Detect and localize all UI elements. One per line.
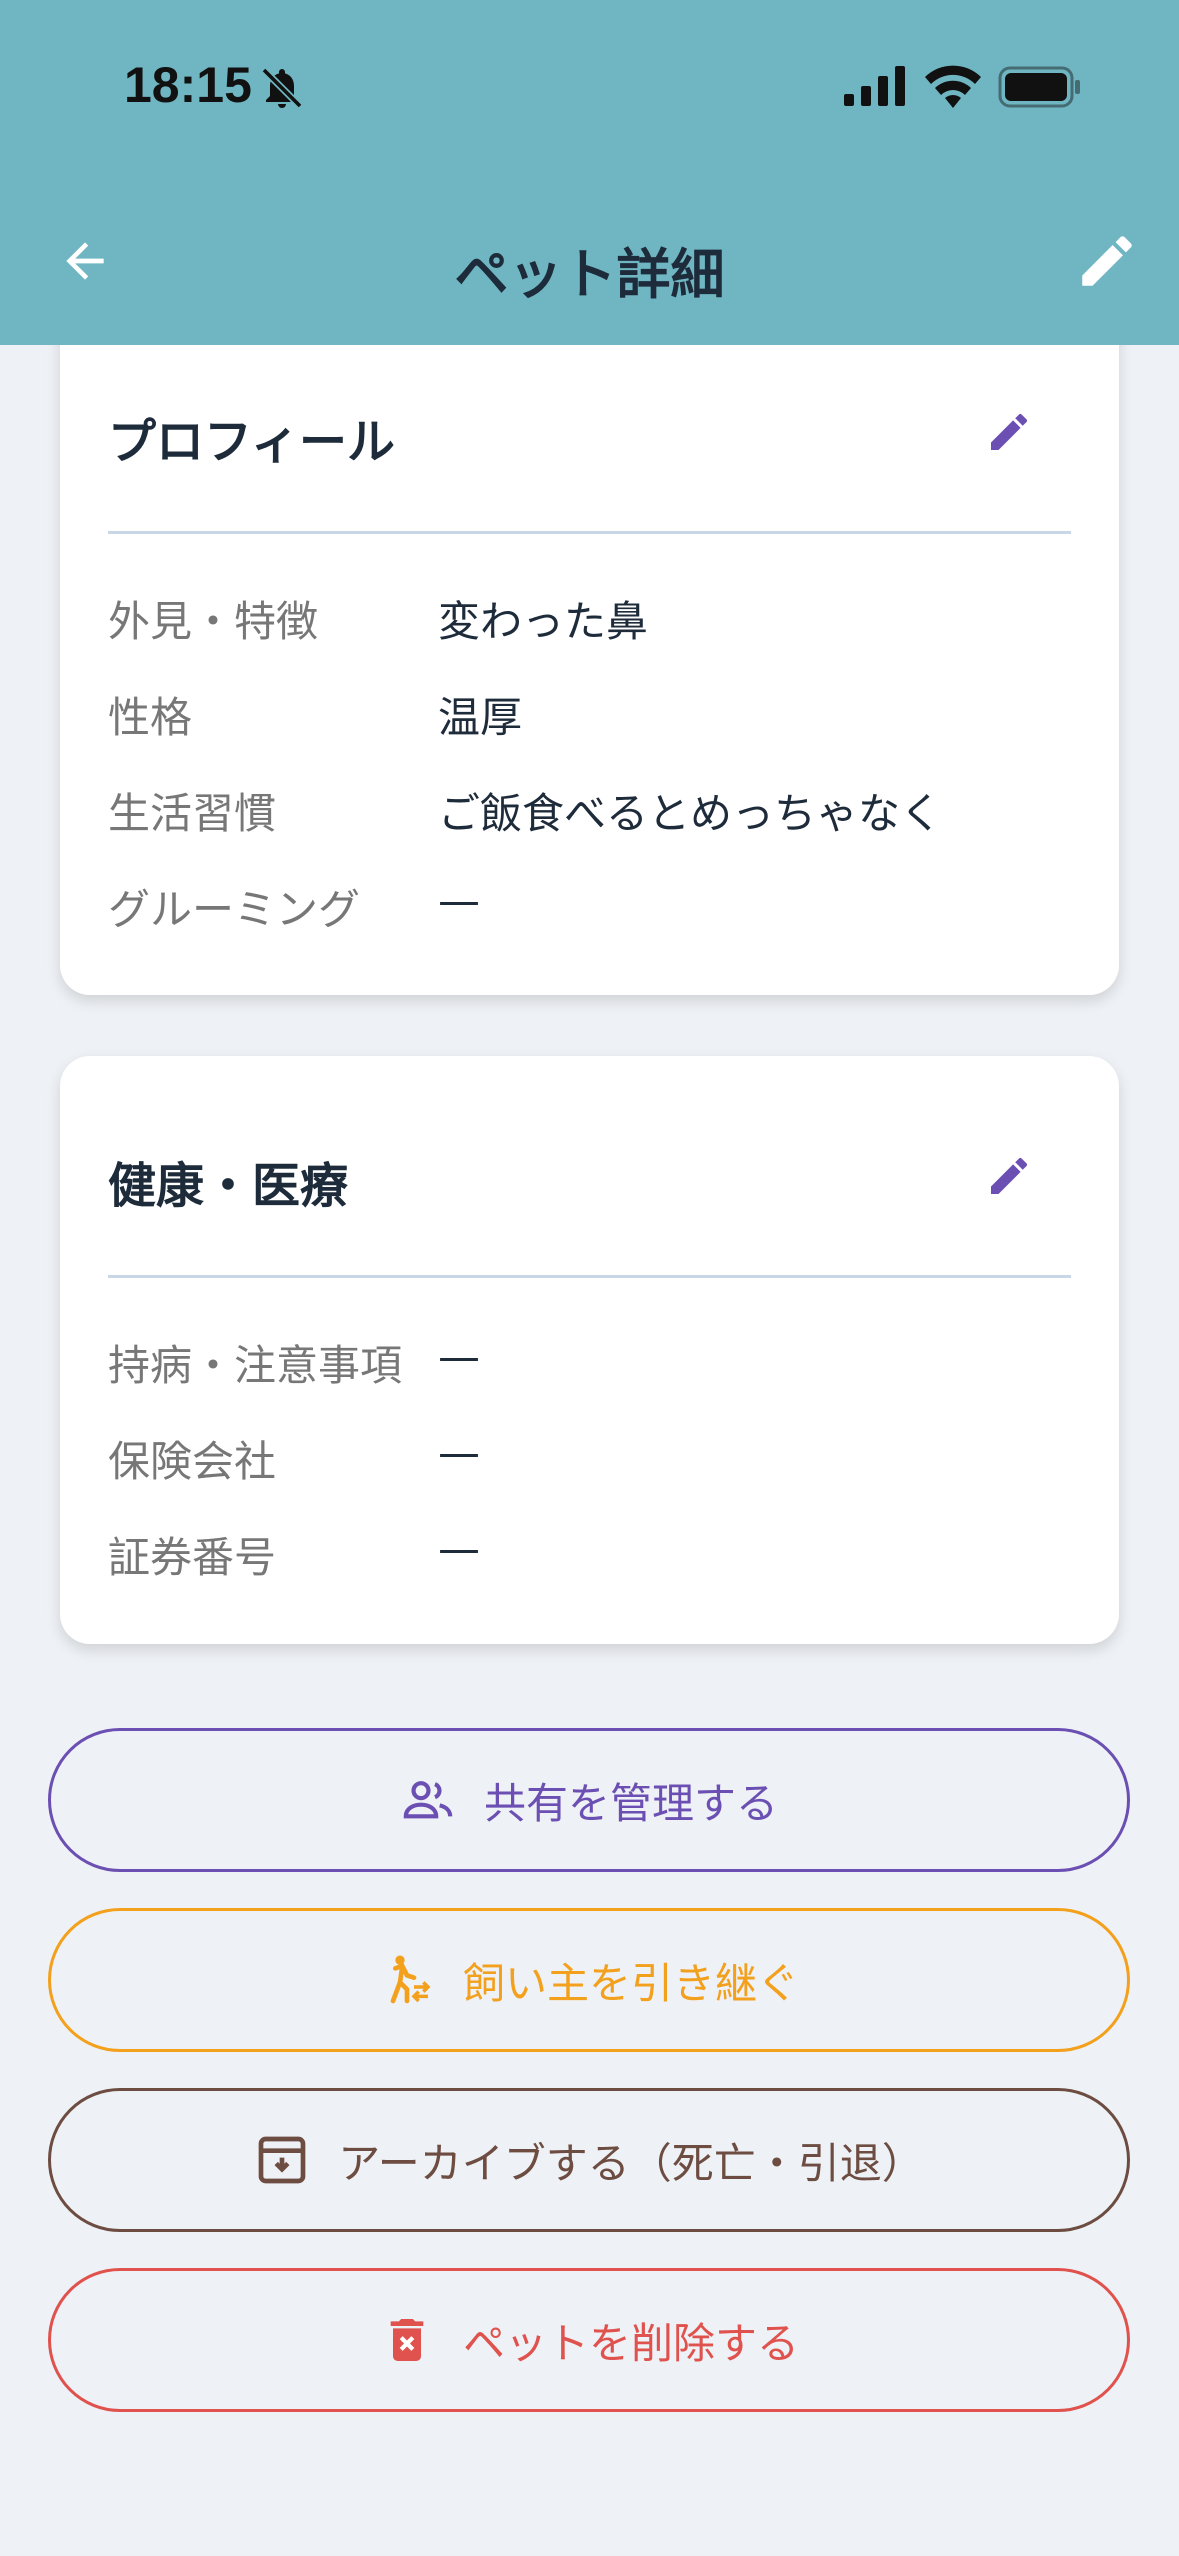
archive-label: アーカイブする（死亡・引退） (338, 2138, 924, 2188)
row-label: 生活習慣 (108, 789, 277, 838)
row-value: — (438, 1428, 480, 1477)
status-time: 18:15 (124, 57, 252, 113)
profile-row: グルーミング — (108, 876, 1071, 946)
profile-row: 生活習慣 ご飯食べるとめっちゃなく (108, 780, 1071, 850)
edit-pet-button[interactable] (1070, 224, 1144, 298)
row-value: — (438, 876, 480, 925)
person-walking-icon (379, 1952, 435, 2008)
profile-row: 性格 温厚 (108, 684, 1071, 754)
profile-card: プロフィール 外見・特徴 変わった鼻 性格 温厚 生活習慣 ご飯食べるとめっちゃ… (60, 300, 1119, 995)
profile-divider (108, 531, 1071, 534)
delete-pet-button[interactable]: ペットを削除する (48, 2268, 1130, 2412)
health-row: 証券番号 — (108, 1524, 1071, 1594)
cellular-signal-icon (844, 66, 905, 106)
app-header: 18:15 ペット詳細 (0, 0, 1179, 345)
row-value: 変わった鼻 (438, 597, 649, 646)
profile-card-title: プロフィール (108, 414, 396, 470)
battery-icon (998, 66, 1080, 108)
edit-profile-button[interactable] (979, 402, 1039, 462)
archive-button[interactable]: アーカイブする（死亡・引退） (48, 2088, 1130, 2232)
row-label: グルーミング (108, 885, 361, 934)
pencil-icon (1082, 236, 1132, 286)
pencil-icon (991, 413, 1027, 450)
health-row: 保険会社 — (108, 1428, 1071, 1498)
row-value: — (438, 1332, 480, 1381)
people-icon (400, 1772, 456, 1828)
transfer-owner-button[interactable]: 飼い主を引き継ぐ (48, 1908, 1130, 2052)
row-label: 外見・特徴 (108, 597, 319, 646)
pencil-icon (991, 1157, 1027, 1194)
row-value: ご飯食べるとめっちゃなく (438, 789, 943, 838)
trash-icon (379, 2312, 435, 2368)
profile-row: 外見・特徴 変わった鼻 (108, 588, 1071, 658)
row-label: 証券番号 (108, 1533, 277, 1582)
health-card: 健康・医療 持病・注意事項 — 保険会社 — 証券番号 — (60, 1056, 1119, 1644)
health-card-title: 健康・医療 (108, 1158, 349, 1214)
wifi-icon (925, 65, 981, 108)
row-value: — (438, 1524, 480, 1573)
page-title: ペット詳細 (454, 243, 725, 306)
delete-pet-label: ペットを削除する (462, 2318, 799, 2368)
bell-off-icon (261, 67, 303, 109)
row-label: 持病・注意事項 (108, 1341, 403, 1390)
manage-sharing-button[interactable]: 共有を管理する (48, 1728, 1130, 1872)
health-row: 持病・注意事項 — (108, 1332, 1071, 1402)
edit-health-button[interactable] (979, 1146, 1039, 1206)
row-label: 保険会社 (108, 1437, 277, 1486)
transfer-owner-label: 飼い主を引き継ぐ (462, 1958, 799, 2008)
row-label: 性格 (108, 693, 193, 742)
health-divider (108, 1275, 1071, 1278)
manage-sharing-label: 共有を管理する (483, 1778, 778, 1828)
archive-box-icon (254, 2132, 310, 2188)
row-value: 温厚 (438, 693, 523, 742)
